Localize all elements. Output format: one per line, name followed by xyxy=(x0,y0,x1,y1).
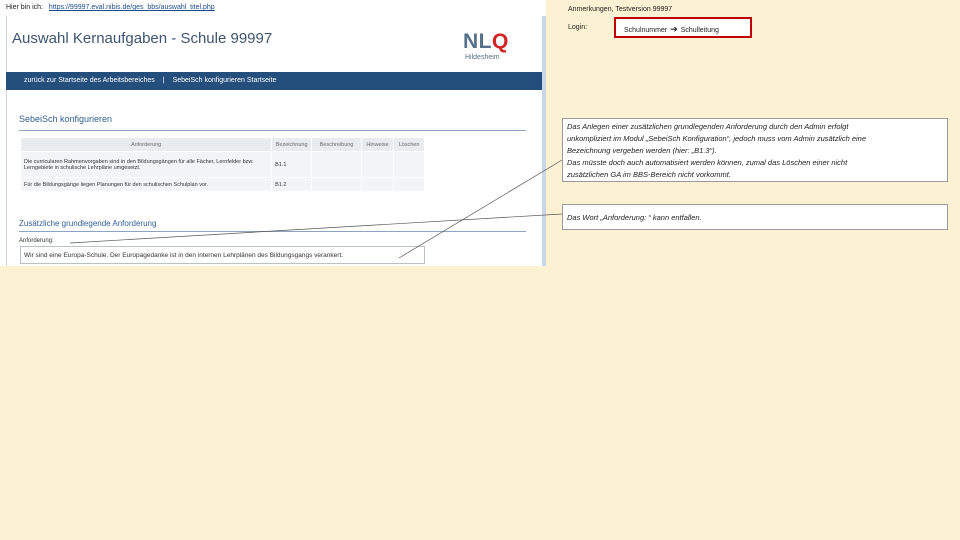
logo-accent: Q xyxy=(492,30,509,53)
annotation-note-anforderung: Das Wort „Anforderung: “ kann entfallen. xyxy=(562,204,948,230)
nav-separator: | xyxy=(162,77,165,84)
annotations-title: Anmerkungen, Testversion 99997 xyxy=(568,6,673,13)
login-to: Schulleitung xyxy=(680,27,719,34)
table-cell[interactable] xyxy=(393,151,425,178)
table-header-row: Anforderung Bezeichnung Beschreibung Hin… xyxy=(19,137,425,152)
annotation-note-bezeichnung: Das Anlegen einer zusätzlichen grundlege… xyxy=(562,118,948,182)
nav-link-back[interactable]: zurück zur Startseite des Arbeitsbereich… xyxy=(24,77,155,84)
column-header: Beschreibung xyxy=(311,137,363,152)
note-line: Bezeichnung vergeben werden (hier: „B1.3… xyxy=(567,146,717,155)
page-title: Auswahl Kernaufgaben - Schule 99997 xyxy=(12,30,273,47)
table-row: Für die Bildungsgänge liegen Planungen f… xyxy=(19,177,425,192)
table-cell[interactable]: B1.1 xyxy=(271,151,313,178)
table-cell[interactable] xyxy=(361,177,394,192)
column-header: Hinweise xyxy=(361,137,394,152)
table-cell[interactable]: B1.2 xyxy=(271,177,313,192)
table-row: Die curricularen Rahmenvorgaben sind in … xyxy=(19,151,425,178)
table-cell[interactable] xyxy=(393,177,425,192)
table-cell[interactable] xyxy=(311,177,363,192)
column-header: Bezeichnung xyxy=(271,137,313,152)
section-divider xyxy=(19,130,526,131)
section-heading: SebeiSch konfigurieren xyxy=(19,114,113,124)
app-screenshot: Auswahl Kernaufgaben - Schule 99997 NLQ … xyxy=(0,16,546,266)
location-bar: Hier bin ich: https://99997.eval.nibis.d… xyxy=(0,0,546,16)
nav-link-config[interactable]: SebeiSch konfigurieren Startseite xyxy=(173,77,277,84)
requirement-input[interactable]: Wir sind eine Europa-Schule. Der Europag… xyxy=(20,246,425,264)
table-cell: Die curricularen Rahmenvorgaben sind in … xyxy=(19,151,273,178)
column-header: Löschen xyxy=(393,137,425,152)
logo-main: NL xyxy=(463,30,492,53)
table-cell[interactable] xyxy=(361,151,394,178)
note-line: zusätzlichen GA im BBS-Bereich nicht vor… xyxy=(567,170,731,179)
column-header: Anforderung xyxy=(19,137,273,152)
nlq-logo: NLQ xyxy=(463,30,509,54)
section-divider xyxy=(19,231,526,232)
logo-subtitle: Hildesheim xyxy=(465,54,500,61)
table-cell[interactable] xyxy=(311,151,363,178)
requirement-field-label: Anforderung: xyxy=(19,238,54,244)
additional-requirement-heading: Zusätzliche grundlegende Anforderung xyxy=(19,219,157,228)
arrow-right-icon: ➔ xyxy=(670,24,678,34)
note-line: Das müsste doch auch automatisiert werde… xyxy=(567,158,848,167)
login-hint-box: Schulnummer ➔ Schulleitung xyxy=(614,17,752,38)
table-cell: Für die Bildungsgänge liegen Planungen f… xyxy=(19,177,273,192)
note-line: unkompliziert im Modul „SebeiSch Konfigu… xyxy=(567,134,867,143)
login-label: Login: xyxy=(568,24,588,31)
location-label: Hier bin ich: xyxy=(6,4,43,11)
note-line: Das Anlegen einer zusätzlichen grundlege… xyxy=(567,122,849,131)
login-from: Schulnummer xyxy=(624,27,668,34)
location-url-link[interactable]: https://99997.eval.nibis.de/ges_bbs/ausw… xyxy=(49,4,215,11)
requirements-table: Anforderung Bezeichnung Beschreibung Hin… xyxy=(19,137,425,192)
nav-bar: zurück zur Startseite des Arbeitsbereich… xyxy=(6,72,542,90)
